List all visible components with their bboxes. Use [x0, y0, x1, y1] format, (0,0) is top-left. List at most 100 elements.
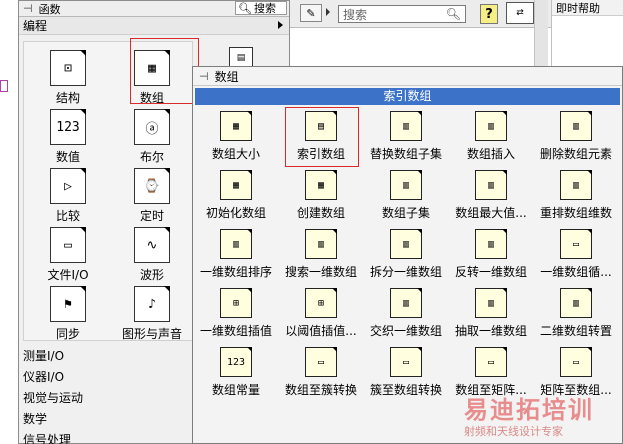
- array-function-14[interactable]: ▭ 一维数组循...: [534, 229, 618, 280]
- corner-icon: [247, 111, 252, 116]
- palette-item-0[interactable]: ⊡ 结构: [28, 50, 108, 106]
- palette-item-label: 布尔: [139, 150, 164, 164]
- palette-item-4[interactable]: ▷ 比较: [28, 168, 108, 224]
- corner-icon: [417, 111, 422, 116]
- array-function-icon: ▥: [475, 111, 507, 141]
- array-function-label: 一维数组循...: [540, 265, 612, 279]
- array-function-icon: ▥: [560, 111, 592, 141]
- palette-item-icon: ▭: [50, 227, 86, 263]
- array-function-18[interactable]: ▥ 抽取一维数组: [449, 288, 533, 339]
- array-function-21[interactable]: ▭ 数组至簇转换: [279, 347, 363, 398]
- array-function-4[interactable]: ▥ 删除数组元素: [534, 111, 618, 162]
- submenu-corner-icon: [80, 109, 86, 115]
- array-function-icon: ▥: [305, 229, 337, 259]
- tool-button[interactable]: ✎: [300, 4, 322, 22]
- vi-icon: ⇄: [506, 2, 534, 24]
- array-function-11[interactable]: ▥ 搜索一维数组: [279, 229, 363, 280]
- array-function-label: 创建数组: [296, 206, 345, 220]
- palette-item-8[interactable]: ⚑ 同步: [28, 286, 108, 342]
- array-function-label: 以阈值插值...: [285, 324, 357, 338]
- corner-icon: [332, 288, 337, 293]
- array-function-label: 数组插入: [466, 147, 515, 161]
- array-function-label: 反转一维数组: [454, 265, 527, 279]
- palette-item-3[interactable]: ⓐ 布尔: [112, 109, 192, 165]
- submenu-corner-icon: [80, 286, 86, 292]
- array-function-6[interactable]: ▦ 创建数组: [279, 170, 363, 221]
- palette-item-7[interactable]: ∿ 波形: [112, 227, 192, 283]
- palette-item-6[interactable]: ▭ 文件I/O: [28, 227, 108, 283]
- palette-item-2[interactable]: 123 数值: [28, 109, 108, 165]
- array-function-label: 重排数组维数: [539, 206, 612, 220]
- array-function-17[interactable]: ▥ 交织一维数组: [364, 288, 448, 339]
- submenu-corner-icon: [164, 109, 170, 115]
- array-function-icon: ▥: [475, 288, 507, 318]
- context-help-title: 即时帮助: [552, 0, 623, 16]
- array-function-label: 数组大小: [211, 147, 260, 161]
- array-function-22[interactable]: ▭ 簇至数组转换: [364, 347, 448, 398]
- functions-search-button[interactable]: 🔍︎ 搜索: [235, 1, 287, 15]
- array-function-icon: ▭: [390, 347, 422, 377]
- array-function-icon: ▭: [305, 347, 337, 377]
- array-function-15[interactable]: ⊞ 一维数组插值: [194, 288, 278, 339]
- corner-icon: [247, 347, 252, 352]
- palette-item-label: 定时: [139, 209, 164, 223]
- array-function-3[interactable]: ▥ 数组插入: [449, 111, 533, 162]
- array-function-icon: ▥: [560, 170, 592, 200]
- array-function-13[interactable]: ▥ 反转一维数组: [449, 229, 533, 280]
- array-function-icon: ▥: [220, 229, 252, 259]
- corner-icon: [332, 229, 337, 234]
- array-function-0[interactable]: ▦ 数组大小: [194, 111, 278, 162]
- palette-item-icon: ⚑: [50, 286, 86, 322]
- array-function-icon: 123: [220, 347, 252, 377]
- palette-item-label: 文件I/O: [47, 268, 89, 282]
- submenu-corner-icon: [80, 168, 86, 174]
- section-programming[interactable]: 编程: [19, 17, 289, 35]
- corner-icon: [587, 111, 592, 116]
- chevron-right-icon[interactable]: [326, 8, 330, 16]
- corner-icon: [587, 229, 592, 234]
- corner-icon: [587, 347, 592, 352]
- palette-item-9[interactable]: ♪ 图形与声音: [112, 286, 192, 342]
- array-function-icon: ▥: [390, 229, 422, 259]
- array-function-5[interactable]: ▦ 初始化数组: [194, 170, 278, 221]
- array-function-label: 数组至簇转换: [284, 383, 357, 397]
- array-function-icon: ▥: [475, 170, 507, 200]
- array-function-icon: ▥: [560, 288, 592, 318]
- corner-icon: [502, 347, 507, 352]
- palette-item-label: 比较: [55, 209, 80, 223]
- array-selection-highlight: [130, 38, 199, 104]
- array-function-label: 删除数组元素: [539, 147, 612, 161]
- pin-icon[interactable]: ⊣: [23, 2, 33, 15]
- array-titlebar: ⊣ 数组: [193, 67, 622, 86]
- array-function-8[interactable]: ▥ 数组最大值...: [449, 170, 533, 221]
- array-function-2[interactable]: ▥ 替换数组子集: [364, 111, 448, 162]
- array-function-9[interactable]: ▥ 重排数组维数: [534, 170, 618, 221]
- array-function-icon: ⊞: [305, 288, 337, 318]
- array-function-label: 一维数组插值: [199, 324, 272, 338]
- submenu-corner-icon: [164, 168, 170, 174]
- array-function-icon: ⊞: [220, 288, 252, 318]
- array-function-24[interactable]: ▭ 矩阵至数组...: [534, 347, 618, 398]
- palette-item-icon: ▷: [50, 168, 86, 204]
- array-function-20[interactable]: 123 数组常量: [194, 347, 278, 398]
- palette-item-icon: ♪: [134, 286, 170, 322]
- array-function-12[interactable]: ▥ 拆分一维数组: [364, 229, 448, 280]
- array-function-19[interactable]: ▥ 二维数组转置: [534, 288, 618, 339]
- magnifier-icon[interactable]: 🔍︎: [446, 7, 461, 21]
- pin-icon[interactable]: ⊣: [199, 70, 209, 83]
- corner-icon: [332, 170, 337, 175]
- array-function-label: 二维数组转置: [539, 324, 612, 338]
- palette-item-5[interactable]: ⌚ 定时: [112, 168, 192, 224]
- corner-icon: [247, 288, 252, 293]
- corner-icon: [417, 347, 422, 352]
- array-function-label: 数组至矩阵...: [455, 383, 527, 397]
- search-input[interactable]: 搜索 🔍︎: [338, 5, 466, 23]
- array-function-7[interactable]: ▥ 数组子集: [364, 170, 448, 221]
- array-function-10[interactable]: ▥ 一维数组排序: [194, 229, 278, 280]
- palette-item-icon: 123: [50, 109, 86, 145]
- palette-item-label: 图形与声音: [121, 327, 182, 341]
- array-function-23[interactable]: ▭ 数组至矩阵...: [449, 347, 533, 398]
- help-button[interactable]: ?: [480, 4, 498, 24]
- array-function-label: 抽取一维数组: [454, 324, 527, 338]
- array-function-16[interactable]: ⊞ 以阈值插值...: [279, 288, 363, 339]
